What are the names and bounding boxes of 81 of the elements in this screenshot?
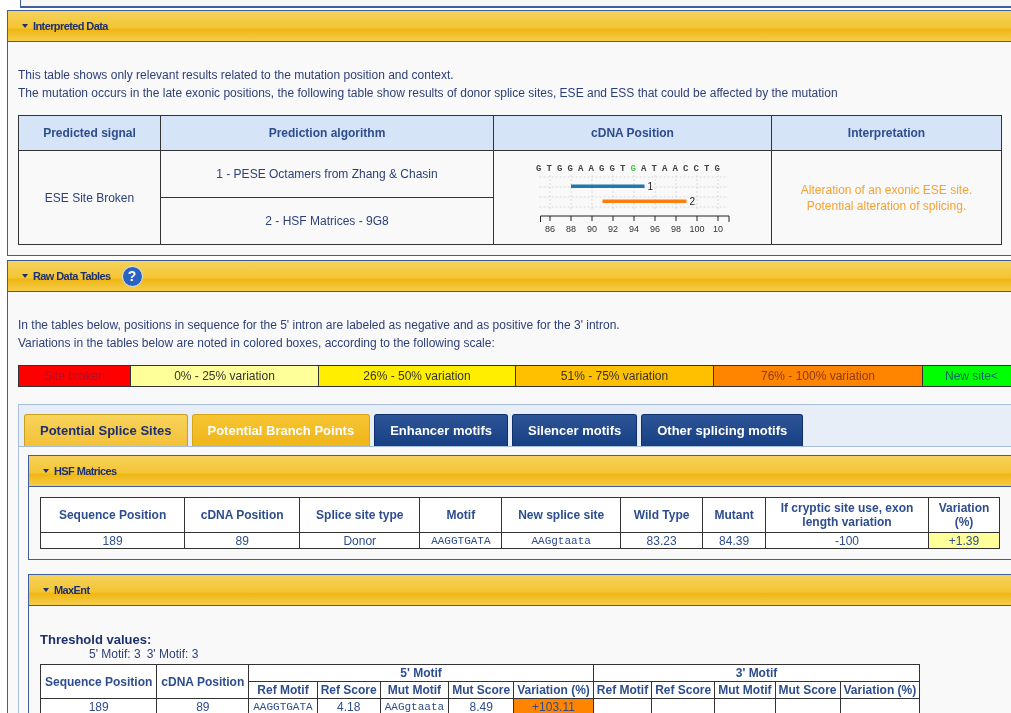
- section-title: Interpreted Data: [33, 20, 108, 32]
- table-cell: 83.23: [620, 532, 703, 549]
- tick-label: 86: [545, 223, 555, 234]
- scale-swatch: 26% - 50% variation: [319, 366, 516, 386]
- tab[interactable]: Silencer motifs: [512, 414, 638, 446]
- table-cell: 84.39: [702, 532, 766, 549]
- caret-icon: [43, 588, 49, 592]
- column-header: cDNA Position: [184, 497, 300, 533]
- column-header: Predicted signal: [18, 115, 161, 151]
- column-header: Ref Score: [651, 681, 715, 699]
- help-icon[interactable]: ?: [121, 265, 143, 287]
- table-cell: -100: [765, 532, 929, 549]
- tick-label: 88: [566, 223, 576, 234]
- bar-label: 1: [647, 180, 654, 192]
- column-header: New splice site: [501, 497, 621, 533]
- column-header: cDNA Position: [156, 664, 249, 699]
- caret-icon: [43, 469, 49, 473]
- column-header: If cryptic site use, exon length variation: [765, 497, 929, 533]
- column-header: Wild Type: [620, 497, 703, 533]
- group-header: 5' Motif: [248, 664, 594, 682]
- table-cell: 189: [40, 532, 185, 549]
- section-header[interactable]: Raw Data Tables ?: [8, 261, 1011, 292]
- tab[interactable]: Potential Splice Sites: [24, 414, 188, 446]
- tick-label: 92: [608, 223, 618, 234]
- table-cell: Donor: [299, 532, 420, 549]
- section-title: Raw Data Tables: [33, 270, 111, 282]
- column-header: Variation (%): [928, 497, 1000, 533]
- interpretation-text: Alteration of an exonic ESE site. Potential alteration of splicing.: [799, 181, 974, 214]
- scale-swatch: 76% - 100% variation: [714, 366, 923, 386]
- threshold-title: Threshold values:: [40, 632, 153, 647]
- column-header: Mut Score: [448, 681, 514, 699]
- column-header: Ref Score: [317, 681, 381, 699]
- threshold-value: 3' Motif: 3: [146, 647, 199, 661]
- scale-swatch: 0% - 25% variation: [131, 366, 319, 386]
- column-header: Prediction algorithm: [160, 115, 494, 151]
- table-cell: AAGGTGATA: [419, 532, 502, 549]
- table-cell: 1 - PESE Octamers from Zhang & Chasin: [160, 150, 494, 198]
- column-header: Ref Motif: [593, 681, 652, 699]
- intro-text: Variations in the tables below are noted in colored boxes, according to the following scale:: [18, 335, 496, 352]
- tick-label: 90: [587, 223, 597, 234]
- column-header: Ref Motif: [248, 681, 318, 699]
- group-header: 3' Motif: [593, 664, 920, 682]
- column-header: Sequence Position: [40, 497, 185, 533]
- bar-label: 2: [689, 195, 696, 207]
- column-header: cDNA Position: [493, 115, 772, 151]
- caret-icon: [22, 24, 28, 28]
- intro-text: This table shows only relevant results related to the mutation position and context.: [18, 67, 455, 84]
- table-cell: ESE Site Broken: [18, 150, 161, 245]
- column-header: Interpretation: [771, 115, 1002, 151]
- scale-swatch: New site<: [923, 366, 1011, 386]
- column-header: Variation (%): [513, 681, 594, 699]
- intro-text: The mutation occurs in the late exonic positions, the following table show results of donor splice sites, ESE and ESS that could be affected by the mutation: [18, 85, 839, 102]
- section-title: MaxEnt: [54, 584, 90, 596]
- tick-label: 10: [713, 223, 723, 234]
- tick-label: 98: [671, 223, 681, 234]
- section-header[interactable]: MaxEnt: [29, 575, 1011, 606]
- column-header: Mut Score: [775, 681, 841, 699]
- section-header[interactable]: HSF Matrices: [29, 456, 1011, 487]
- section-title: HSF Matrices: [54, 465, 117, 477]
- scale-swatch: 51% - 75% variation: [516, 366, 714, 386]
- table-cell: AAGgtaata: [501, 532, 621, 549]
- section-header[interactable]: Interpreted Data: [8, 11, 1011, 42]
- column-header: Mutant: [702, 497, 766, 533]
- column-header: Motif: [419, 497, 502, 533]
- tick-label: 96: [650, 223, 660, 234]
- column-header: Sequence Position: [40, 664, 157, 699]
- sequence-text: G T G G A A G G T G A T A A C C T G: [536, 163, 720, 174]
- tick-label: 100: [689, 223, 705, 234]
- table-cell: 189: [40, 698, 157, 713]
- column-header: Splice site type: [299, 497, 420, 533]
- intro-text: In the tables below, positions in sequence for the 5' intron are labeled as negative and as positive for the 3' intron.: [18, 317, 621, 334]
- tab[interactable]: Other splicing motifs: [641, 414, 804, 446]
- caret-icon: [22, 274, 28, 278]
- column-header: Variation (%): [840, 681, 920, 699]
- tick-label: 94: [629, 223, 639, 234]
- tab[interactable]: Enhancer motifs: [374, 414, 508, 446]
- table-cell: 89: [184, 532, 300, 549]
- column-header: Mut Motif: [380, 681, 449, 699]
- scale-swatch: Site broken: [19, 366, 131, 386]
- column-header: Mut Motif: [714, 681, 775, 699]
- threshold-value: 5' Motif: 3: [89, 647, 141, 661]
